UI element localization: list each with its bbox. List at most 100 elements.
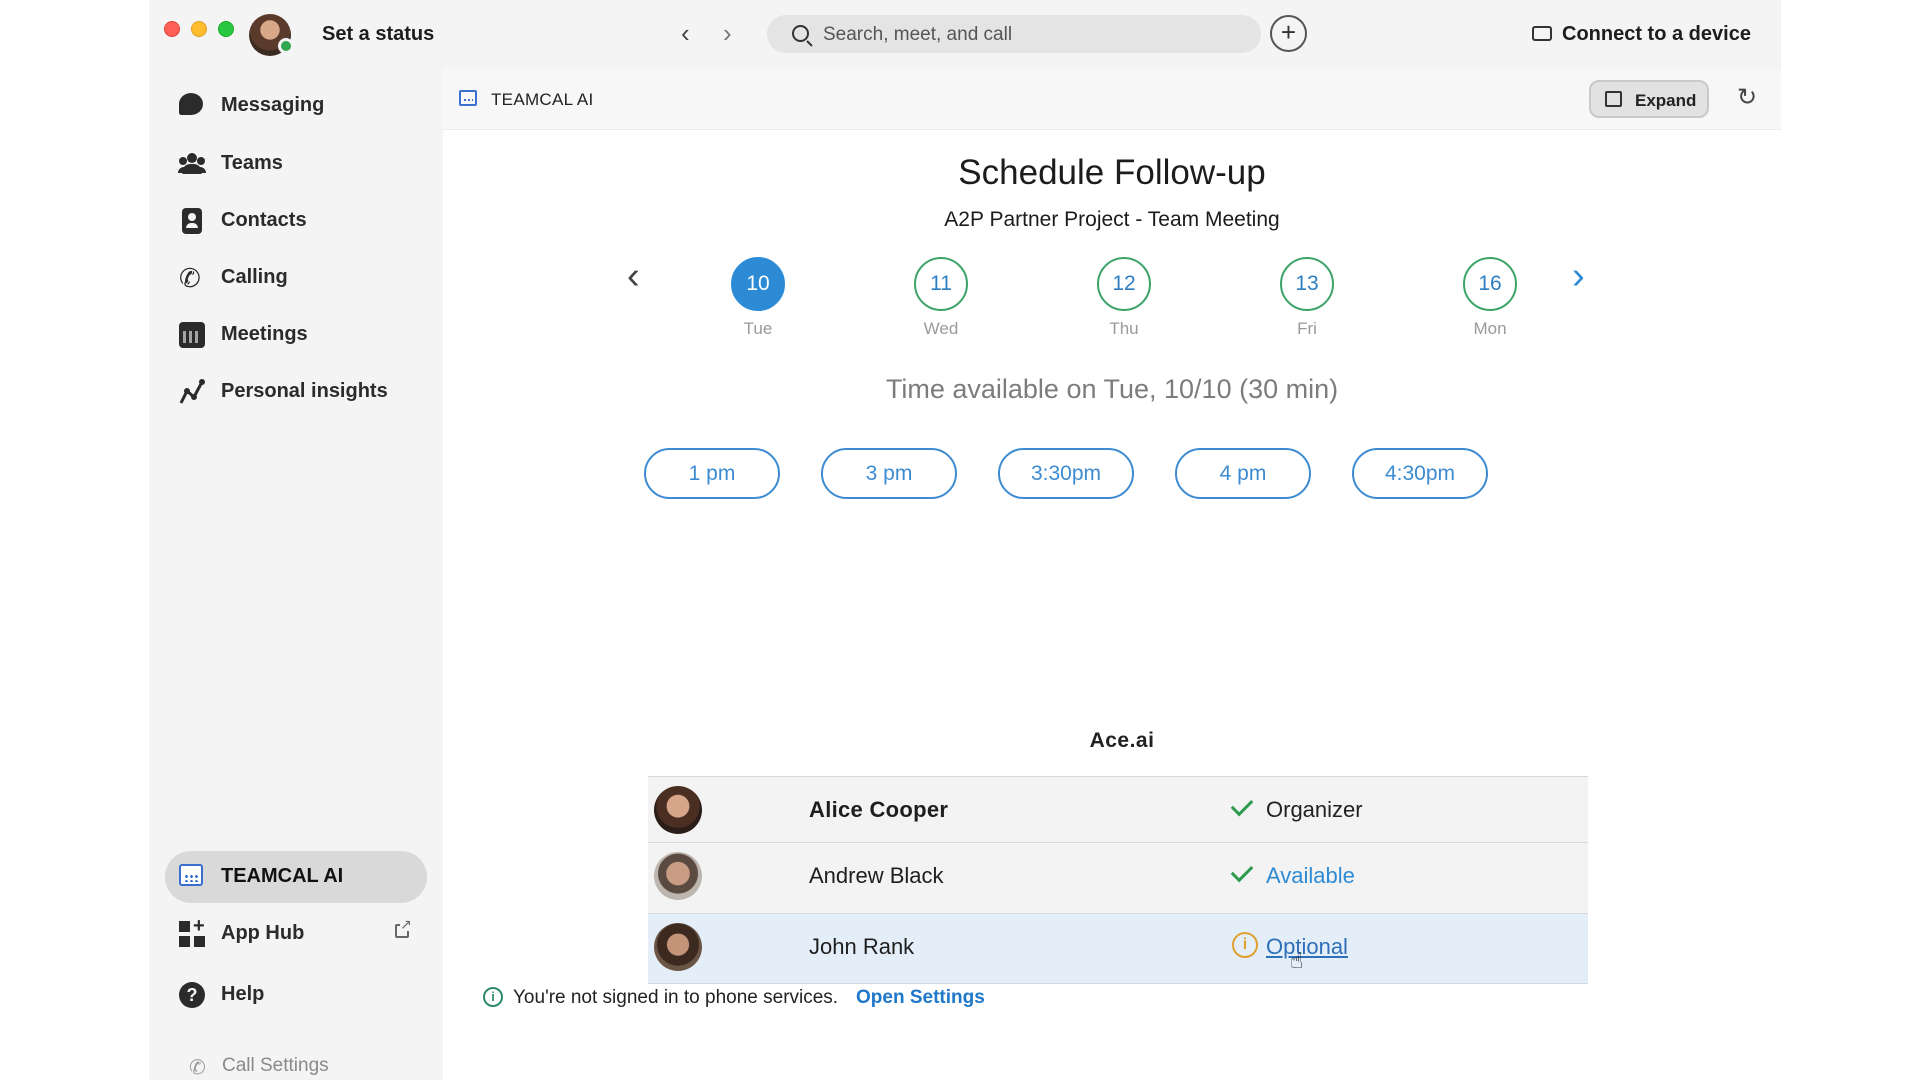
external-link-icon [395,917,412,938]
status-label: Available [1266,863,1355,888]
set-status-button[interactable]: Set a status [322,23,434,46]
scheduler-panel: Schedule Follow-up A2P Partner Project -… [443,131,1781,1080]
app-hub-icon [179,915,205,947]
date-weekday: Tue [743,319,773,338]
back-arrow-icon[interactable]: ‹ [681,18,690,48]
expand-label: Expand [1635,91,1697,110]
time-slot-button[interactable]: 3 pm [821,448,957,499]
sidebar-item-help[interactable]: ? Help [165,969,427,1021]
sidebar-item-label: Teams [221,152,283,174]
availability-text: Time available on Tue, 10/10 (30 min) [885,374,1339,404]
sidebar-item-label: Help [221,983,265,1005]
refresh-icon[interactable]: ↻ [1733,84,1761,112]
page-title: Schedule Follow-up [958,153,1266,192]
app-title: TEAMCAL AI [491,90,594,109]
sidebar-item-label: App Hub [221,922,305,944]
search-input[interactable]: Search, meet, and call [823,24,1012,46]
date-weekday: Wed [923,319,959,338]
sidebar-item-meetings[interactable]: Meetings [165,309,427,361]
sidebar-item-calling[interactable]: ✆ Calling [165,252,427,304]
sidebar-item-label: Meetings [221,323,308,345]
expand-button[interactable]: Expand [1589,80,1709,118]
sidebar-item-teamcal-ai[interactable]: TEAMCAL AI [165,851,427,903]
app-window: Set a status ‹ › Search, meet, and call … [149,0,1781,1080]
date-number: 12 [1097,257,1151,311]
sidebar-item-label: Messaging [221,94,325,116]
open-settings-link[interactable]: Open Settings [856,987,985,1009]
info-warning-icon: i [1232,932,1258,958]
attendee-row: John Rank i Optional ☝ [648,913,1588,984]
date-option[interactable]: 10 Tue [716,257,796,338]
info-icon: i [483,987,503,1007]
insights-icon [179,379,205,405]
help-icon: ? [179,982,205,1008]
sidebar-item-label: Calling [221,266,288,288]
date-option[interactable]: 13 Fri [1265,257,1345,338]
app-header: TEAMCAL AI Expand ↻ [443,68,1781,130]
maximize-window-button[interactable] [218,21,234,37]
new-action-button[interactable]: + [1270,15,1307,52]
attendee-name: John Rank [809,934,915,959]
sidebar-item-teams[interactable]: Teams [165,138,427,190]
phone-settings-icon: ✆ [189,1057,206,1079]
presence-indicator [278,38,294,54]
date-weekday: Thu [1109,319,1139,338]
attendee-list: Alice Cooper Organizer Andrew Black Avai… [648,776,1588,984]
next-dates-arrow-icon[interactable]: › [1572,257,1585,295]
minimize-window-button[interactable] [191,21,207,37]
phone-icon: ✆ [179,263,201,293]
time-slot-button[interactable]: 1 pm [644,448,780,499]
attendee-name: Alice Cooper [809,797,949,822]
sidebar-item-messaging[interactable]: Messaging [165,80,427,132]
call-settings-label: Call Settings [222,1055,329,1076]
checkmark-icon [1230,859,1254,883]
notice-text: You're not signed in to phone services. [513,987,839,1008]
attendee-name: Andrew Black [809,863,944,888]
attendee-row: Andrew Black Available [648,842,1588,913]
teamcal-icon [179,864,203,886]
title-bar: Set a status ‹ › Search, meet, and call … [149,0,1781,68]
date-number: 13 [1280,257,1334,311]
date-number: 16 [1463,257,1517,311]
avatar [654,923,702,971]
calendar-icon [179,322,205,348]
avatar [654,786,702,834]
sidebar: Messaging Teams Contacts ✆ Calling Meeti… [149,68,443,1080]
status-label: Organizer [1266,797,1363,822]
time-slot-button[interactable]: 3:30pm [998,448,1134,499]
organization-name: Ace.ai [1089,729,1155,752]
time-slot-button[interactable]: 4 pm [1175,448,1311,499]
date-weekday: Mon [1473,319,1507,338]
search-bar[interactable]: Search, meet, and call [767,15,1261,53]
date-number: 11 [914,257,968,311]
optional-status-link[interactable]: Optional [1266,934,1348,960]
date-option[interactable]: 12 Thu [1082,257,1162,338]
date-number: 10 [731,257,785,311]
date-weekday: Fri [1297,319,1317,338]
checkmark-icon [1230,793,1254,817]
sidebar-item-contacts[interactable]: Contacts [165,195,427,247]
sidebar-item-app-hub[interactable]: App Hub [165,908,427,960]
time-slot-button[interactable]: 4:30pm [1352,448,1488,499]
sidebar-item-personal-insights[interactable]: Personal insights [165,366,427,418]
date-option[interactable]: 11 Wed [899,257,979,338]
avatar [654,852,702,900]
teamcal-icon [459,90,477,106]
forward-arrow-icon[interactable]: › [723,18,732,48]
open-external-icon [1605,91,1622,107]
pointer-cursor-icon: ☝ [1290,948,1304,973]
sidebar-item-label: Contacts [221,209,307,231]
search-icon [792,25,809,42]
previous-dates-arrow-icon[interactable]: ‹ [627,257,640,295]
date-option[interactable]: 16 Mon [1448,257,1528,338]
meeting-subtitle: A2P Partner Project - Team Meeting [944,208,1280,231]
sidebar-item-label: TEAMCAL AI [221,865,344,887]
message-bubble-icon [179,93,203,115]
contact-card-icon [182,208,202,234]
close-window-button[interactable] [164,21,180,37]
sidebar-item-label: Personal insights [221,380,388,402]
people-icon [179,151,205,177]
device-icon [1532,26,1552,41]
connect-device-button[interactable]: Connect to a device [1562,23,1751,46]
attendee-row: Alice Cooper Organizer [648,776,1588,842]
